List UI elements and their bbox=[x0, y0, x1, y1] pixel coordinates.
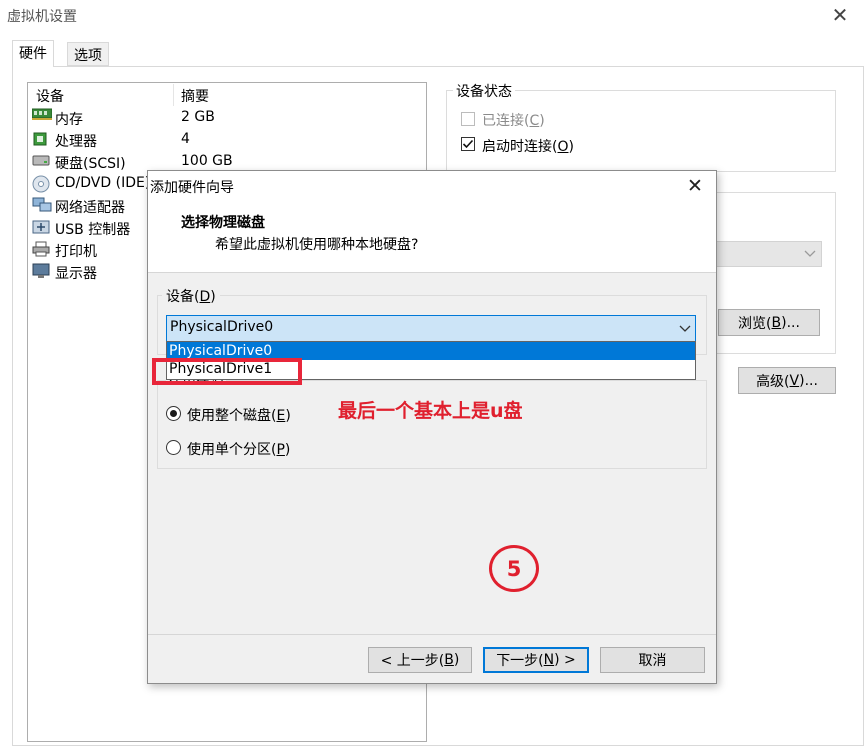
column-separator bbox=[173, 84, 174, 106]
cancel-button[interactable]: 取消 bbox=[600, 647, 705, 673]
printer-icon bbox=[32, 241, 50, 257]
use-entire-disk-label: 使用整个磁盘(E) bbox=[187, 408, 291, 424]
disabled-dropdown bbox=[705, 241, 822, 267]
window-title: 虚拟机设置 bbox=[7, 9, 77, 25]
wizard-title: 添加硬件向导 bbox=[150, 180, 234, 196]
device-row-display[interactable]: 显示器 bbox=[32, 263, 147, 285]
tab-options[interactable]: 选项 bbox=[67, 42, 109, 66]
use-single-partition-label: 使用单个分区(P) bbox=[187, 442, 291, 458]
device-summary: 100 GB bbox=[181, 153, 233, 169]
device-row-memory[interactable]: 内存 2 GB bbox=[31, 108, 422, 131]
device-status-legend: 设备状态 bbox=[453, 81, 515, 101]
network-adapter-icon bbox=[32, 197, 52, 213]
device-name: USB 控制器 bbox=[55, 222, 131, 238]
processor-icon bbox=[32, 131, 50, 147]
column-header-summary[interactable]: 摘要 bbox=[181, 86, 209, 106]
physical-drive-select-value: PhysicalDrive0 bbox=[170, 319, 274, 335]
connected-label: 已连接(C) bbox=[482, 113, 545, 129]
display-icon bbox=[32, 263, 50, 279]
window-close-icon[interactable]: ✕ bbox=[829, 4, 851, 26]
column-header-device[interactable]: 设备 bbox=[36, 86, 64, 106]
wizard-close-icon[interactable]: ✕ bbox=[683, 174, 707, 198]
device-summary: 2 GB bbox=[181, 109, 215, 125]
device-status-group bbox=[446, 90, 836, 172]
tab-hardware[interactable]: 硬件 bbox=[12, 40, 54, 67]
cd-dvd-icon bbox=[32, 175, 50, 193]
device-name: 处理器 bbox=[55, 134, 97, 150]
chevron-down-icon bbox=[804, 250, 816, 257]
annotation-note: 最后一个基本上是u盘 bbox=[338, 400, 523, 422]
step-number-badge: 5 bbox=[489, 545, 539, 592]
wizard-heading: 选择物理磁盘 bbox=[181, 215, 265, 231]
device-name: 硬盘(SCSI) bbox=[55, 156, 126, 172]
annotation-highlight-box bbox=[152, 358, 302, 385]
next-button[interactable]: 下一步(N) > bbox=[483, 647, 589, 673]
connect-on-start-checkbox[interactable] bbox=[461, 137, 475, 151]
usb-controller-icon bbox=[32, 219, 50, 235]
device-name: 显示器 bbox=[55, 266, 97, 282]
device-row-processor[interactable]: 处理器 4 bbox=[32, 131, 422, 153]
back-button[interactable]: < 上一步(B) bbox=[368, 647, 472, 673]
device-name: CD/DVD (IDE) bbox=[55, 175, 147, 191]
device-row-cd-dvd[interactable]: CD/DVD (IDE) bbox=[32, 175, 147, 197]
device-row-network-adapter[interactable]: 网络适配器 bbox=[32, 197, 147, 219]
use-entire-disk-radio[interactable] bbox=[166, 406, 181, 421]
chevron-down-icon[interactable] bbox=[677, 316, 693, 340]
advanced-button[interactable]: 高级(V)... bbox=[738, 367, 836, 394]
device-name: 内存 bbox=[55, 112, 83, 128]
device-group-label: 设备(D) bbox=[162, 286, 220, 306]
device-name: 打印机 bbox=[55, 244, 97, 260]
checkmark-icon bbox=[462, 139, 474, 149]
device-row-printer[interactable]: 打印机 bbox=[32, 241, 147, 263]
memory-icon bbox=[31, 108, 53, 124]
device-summary: 4 bbox=[181, 131, 190, 147]
connect-on-start-label: 启动时连接(O) bbox=[482, 139, 574, 155]
device-row-usb-controller[interactable]: USB 控制器 bbox=[32, 219, 147, 241]
hard-disk-icon bbox=[32, 153, 50, 169]
wizard-subheading: 希望此虚拟机使用哪种本地硬盘? bbox=[215, 237, 419, 253]
browse-button[interactable]: 浏览(B)... bbox=[718, 309, 820, 336]
connected-checkbox[interactable] bbox=[461, 112, 475, 126]
use-single-partition-radio[interactable] bbox=[166, 440, 181, 455]
device-name: 网络适配器 bbox=[55, 200, 125, 216]
